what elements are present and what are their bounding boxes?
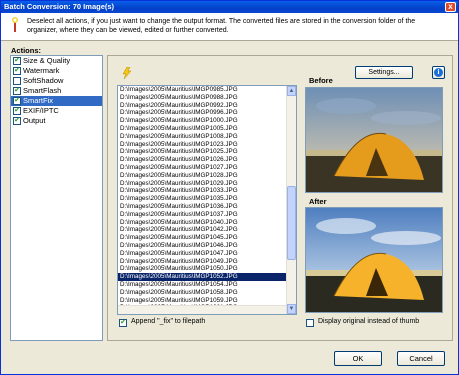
- action-checkbox[interactable]: ✔: [13, 117, 21, 125]
- before-thumbnail: [305, 87, 443, 193]
- file-row[interactable]: D:\Images\2005\Mauritius\IMGP1025.JPG: [118, 148, 296, 156]
- action-item[interactable]: ✔ SmartFix: [11, 96, 102, 106]
- file-row[interactable]: D:\Images\2005\Mauritius\IMGP1046.JPG: [118, 242, 296, 250]
- file-row[interactable]: D:\Images\2005\Mauritius\IMGP1052.JPG: [118, 273, 296, 281]
- append-fix-checkbox[interactable]: ✔: [119, 319, 127, 327]
- action-checkbox[interactable]: ✔: [13, 57, 21, 65]
- before-tent-image: [306, 88, 442, 192]
- file-list[interactable]: D:\Images\2005\Mauritius\IMGP0985.JPG D:\…: [117, 85, 297, 315]
- file-rows: D:\Images\2005\Mauritius\IMGP0985.JPG D:\…: [118, 86, 296, 314]
- file-row[interactable]: D:\Images\2005\Mauritius\IMGP1054.JPG: [118, 281, 296, 289]
- after-tent-image: [306, 208, 442, 312]
- file-row[interactable]: D:\Images\2005\Mauritius\IMGP1042.JPG: [118, 226, 296, 234]
- file-row[interactable]: D:\Images\2005\Mauritius\IMGP1049.JPG: [118, 258, 296, 266]
- display-original-checkbox[interactable]: [306, 319, 314, 327]
- file-row[interactable]: D:\Images\2005\Mauritius\IMGP1029.JPG: [118, 180, 296, 188]
- action-item[interactable]: ✔ Watermark: [11, 66, 102, 76]
- action-checkbox[interactable]: ✔: [13, 87, 21, 95]
- file-row[interactable]: D:\Images\2005\Mauritius\IMGP1050.JPG: [118, 265, 296, 273]
- action-item[interactable]: ✔ EXIF/IPTC: [11, 106, 102, 116]
- window-title: Batch Conversion: 70 Image(s): [4, 2, 115, 11]
- action-label: SmartFix: [23, 96, 53, 105]
- file-row[interactable]: D:\Images\2005\Mauritius\IMGP1033.JPG: [118, 187, 296, 195]
- smartfix-wand-icon: [122, 67, 132, 79]
- action-item[interactable]: SoftShadow: [11, 76, 102, 86]
- file-row[interactable]: D:\Images\2005\Mauritius\IMGP1045.JPG: [118, 234, 296, 242]
- file-row[interactable]: D:\Images\2005\Mauritius\IMGP1005.JPG: [118, 125, 296, 133]
- file-row[interactable]: D:\Images\2005\Mauritius\IMGP0985.JPG: [118, 86, 296, 94]
- settings-button[interactable]: Settings...: [355, 66, 413, 79]
- ok-button[interactable]: OK: [334, 351, 382, 366]
- file-row[interactable]: D:\Images\2005\Mauritius\IMGP1027.JPG: [118, 164, 296, 172]
- file-row[interactable]: D:\Images\2005\Mauritius\IMGP0996.JPG: [118, 109, 296, 117]
- file-row[interactable]: D:\Images\2005\Mauritius\IMGP1047.JPG: [118, 250, 296, 258]
- file-row[interactable]: D:\Images\2005\Mauritius\IMGP0992.JPG: [118, 102, 296, 110]
- file-row[interactable]: D:\Images\2005\Mauritius\IMGP1008.JPG: [118, 133, 296, 141]
- scroll-down-arrow-icon[interactable]: ▼: [287, 304, 296, 314]
- after-thumbnail: [305, 207, 443, 313]
- horizontal-scrollbar[interactable]: [118, 305, 286, 314]
- info-button[interactable]: i: [432, 66, 445, 79]
- file-row[interactable]: D:\Images\2005\Mauritius\IMGP1026.JPG: [118, 156, 296, 164]
- file-row[interactable]: D:\Images\2005\Mauritius\IMGP1059.JPG: [118, 297, 296, 305]
- magic-wand-info-icon: [12, 17, 18, 32]
- action-label: Size & Quality: [23, 56, 71, 65]
- actions-list[interactable]: ✔ Size & Quality ✔ Watermark SoftShadow ✔ Smar…: [10, 55, 103, 341]
- file-row[interactable]: D:\Images\2005\Mauritius\IMGP1036.JPG: [118, 203, 296, 211]
- file-row[interactable]: D:\Images\2005\Mauritius\IMGP1035.JPG: [118, 195, 296, 203]
- file-row[interactable]: D:\Images\2005\Mauritius\IMGP1028.JPG: [118, 172, 296, 180]
- actions-label: Actions:: [11, 46, 41, 55]
- display-original-label[interactable]: Display original instead of thumb: [318, 318, 419, 325]
- info-icon: i: [434, 68, 443, 77]
- close-icon[interactable]: x: [445, 2, 456, 12]
- cancel-button[interactable]: Cancel: [397, 351, 445, 366]
- action-checkbox[interactable]: ✔: [13, 97, 21, 105]
- file-row[interactable]: D:\Images\2005\Mauritius\IMGP0988.JPG: [118, 94, 296, 102]
- file-row[interactable]: D:\Images\2005\Mauritius\IMGP1058.JPG: [118, 289, 296, 297]
- action-label: EXIF/IPTC: [23, 106, 59, 115]
- info-banner: Deselect all actions, if you just want t…: [1, 13, 458, 41]
- batch-conversion-dialog: Batch Conversion: 70 Image(s) x Deselect…: [0, 0, 459, 375]
- action-checkbox[interactable]: ✔: [13, 107, 21, 115]
- title-bar[interactable]: Batch Conversion: 70 Image(s) x: [1, 1, 458, 13]
- before-label: Before: [309, 76, 333, 85]
- action-checkbox[interactable]: [13, 77, 21, 85]
- action-item[interactable]: ✔ Size & Quality: [11, 56, 102, 66]
- action-item[interactable]: ✔ Output: [11, 116, 102, 126]
- scroll-thumb[interactable]: [287, 186, 296, 260]
- action-item[interactable]: ✔ SmartFlash: [11, 86, 102, 96]
- action-label: SmartFlash: [23, 86, 62, 95]
- vertical-scrollbar[interactable]: ▲ ▼: [286, 86, 296, 314]
- action-label: SoftShadow: [23, 76, 64, 85]
- file-row[interactable]: D:\Images\2005\Mauritius\IMGP1023.JPG: [118, 141, 296, 149]
- action-checkbox[interactable]: ✔: [13, 67, 21, 75]
- scroll-up-arrow-icon[interactable]: ▲: [287, 86, 296, 96]
- file-row[interactable]: D:\Images\2005\Mauritius\IMGP1000.JPG: [118, 117, 296, 125]
- after-label: After: [309, 197, 327, 206]
- append-fix-label[interactable]: Append "_fix" to filepath: [131, 318, 205, 325]
- info-text: Deselect all actions, if you just want t…: [27, 18, 416, 34]
- action-label: Watermark: [23, 66, 60, 75]
- file-row[interactable]: D:\Images\2005\Mauritius\IMGP1040.JPG: [118, 219, 296, 227]
- file-row[interactable]: D:\Images\2005\Mauritius\IMGP1037.JPG: [118, 211, 296, 219]
- action-label: Output: [23, 116, 46, 125]
